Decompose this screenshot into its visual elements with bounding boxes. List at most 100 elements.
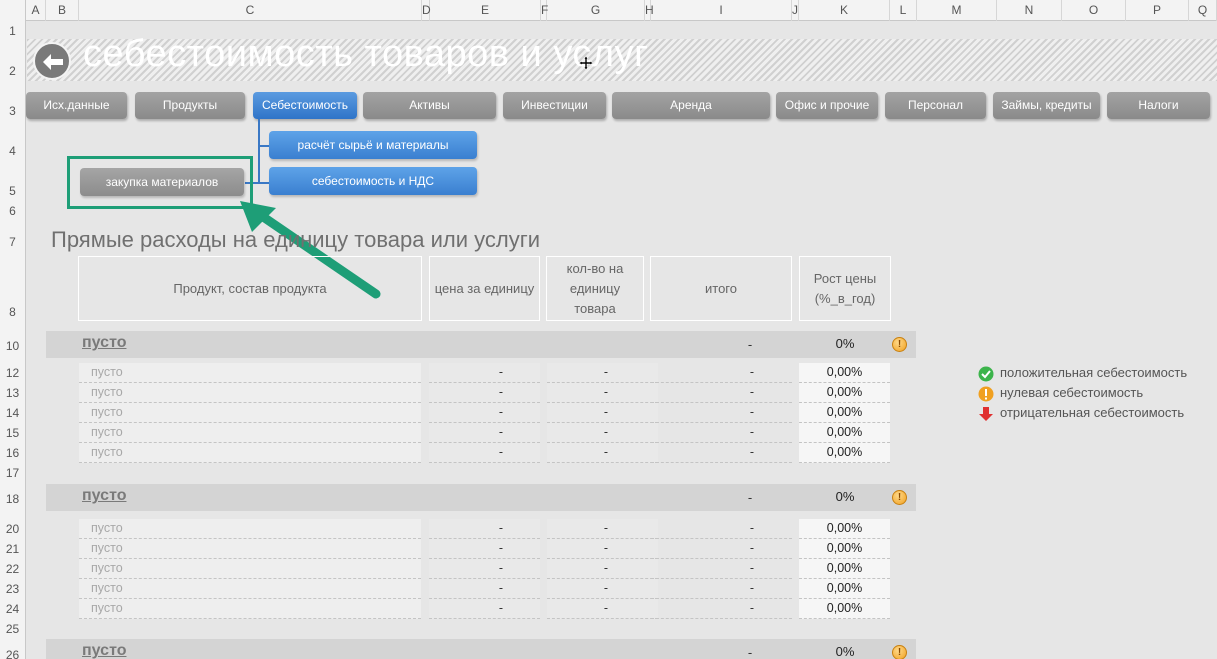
group-name[interactable]: пусто: [82, 642, 126, 659]
cell-quantity[interactable]: -: [547, 539, 658, 559]
nav-button-loans[interactable]: Займы, кредиты: [993, 92, 1100, 119]
cell-growth[interactable]: 0,00%: [799, 443, 890, 463]
cell-quantity[interactable]: -: [547, 579, 658, 599]
nav-button-rent[interactable]: Аренда: [612, 92, 770, 119]
row-header[interactable]: 24: [0, 602, 25, 616]
row-header[interactable]: 22: [0, 562, 25, 576]
nav-button-products[interactable]: Продукты: [135, 92, 245, 119]
cell-name[interactable]: пусто: [79, 443, 421, 463]
row-header[interactable]: 17: [0, 466, 25, 480]
row-header[interactable]: 21: [0, 542, 25, 556]
cell-growth[interactable]: 0,00%: [799, 559, 890, 579]
row-header[interactable]: 15: [0, 426, 25, 440]
cell-quantity[interactable]: -: [547, 363, 658, 383]
nav-button-cost[interactable]: Себестоимость: [253, 92, 357, 119]
cell-quantity[interactable]: -: [547, 519, 658, 539]
cell-name[interactable]: пусто: [79, 579, 421, 599]
cell-growth[interactable]: 0,00%: [799, 519, 890, 539]
row-header[interactable]: 26: [0, 648, 25, 659]
row-header[interactable]: 5: [0, 184, 25, 198]
cell-price[interactable]: -: [429, 443, 540, 463]
down-arrow-icon: [979, 407, 993, 421]
row-header[interactable]: 12: [0, 366, 25, 380]
nav-button-assets[interactable]: Активы: [363, 92, 496, 119]
row-header[interactable]: 14: [0, 406, 25, 420]
row-header[interactable]: 4: [0, 144, 25, 158]
back-button[interactable]: [33, 42, 71, 80]
cell-growth[interactable]: 0,00%: [799, 579, 890, 599]
row-header[interactable]: 16: [0, 446, 25, 460]
cell-quantity[interactable]: -: [547, 443, 658, 463]
cell-name[interactable]: пусто: [79, 559, 421, 579]
column-header-d[interactable]: D: [422, 0, 431, 21]
cell-name[interactable]: пусто: [79, 423, 421, 443]
nav-button-staff[interactable]: Персонал: [885, 92, 986, 119]
column-header-g[interactable]: G: [547, 0, 645, 21]
cell-growth[interactable]: 0,00%: [799, 363, 890, 383]
submenu-cost-vat-button[interactable]: себестоимость и НДС: [269, 167, 477, 195]
column-header-q[interactable]: Q: [1189, 0, 1217, 21]
nav-button-office[interactable]: Офис и прочие: [776, 92, 878, 119]
row-header[interactable]: 1: [0, 24, 25, 38]
cell-name[interactable]: пусто: [79, 519, 421, 539]
nav-button-taxes[interactable]: Налоги: [1107, 92, 1210, 119]
column-header-i[interactable]: I: [651, 0, 792, 21]
cell-quantity[interactable]: -: [547, 403, 658, 423]
column-header-k[interactable]: K: [799, 0, 890, 21]
column-header-o[interactable]: O: [1062, 0, 1126, 21]
cell-price[interactable]: -: [429, 559, 540, 579]
row-header[interactable]: 13: [0, 386, 25, 400]
nav-button-source-data[interactable]: Исх.данные: [26, 92, 127, 119]
cell-growth[interactable]: 0,00%: [799, 599, 890, 619]
cell-price[interactable]: -: [429, 423, 540, 443]
cell-growth[interactable]: 0,00%: [799, 383, 890, 403]
cell-quantity[interactable]: -: [547, 383, 658, 403]
row-header[interactable]: 18: [0, 492, 25, 506]
column-header-n[interactable]: N: [997, 0, 1062, 21]
row-header[interactable]: 6: [0, 204, 25, 218]
column-header-c[interactable]: C: [79, 0, 422, 21]
cell-quantity[interactable]: -: [547, 599, 658, 619]
cell-growth[interactable]: 0,00%: [799, 403, 890, 423]
column-header-a[interactable]: A: [26, 0, 46, 21]
row-header[interactable]: 10: [0, 339, 25, 353]
cell-quantity[interactable]: -: [547, 423, 658, 443]
cell-name[interactable]: пусто: [79, 599, 421, 619]
cell-price[interactable]: -: [429, 363, 540, 383]
group-name[interactable]: пусто: [82, 487, 126, 505]
column-header-e[interactable]: E: [430, 0, 541, 21]
cell-name[interactable]: пусто: [79, 539, 421, 559]
row-header[interactable]: 25: [0, 622, 25, 636]
column-header-j[interactable]: J: [792, 0, 799, 21]
column-header-l[interactable]: L: [890, 0, 917, 21]
cell-price[interactable]: -: [429, 599, 540, 619]
row-header[interactable]: 20: [0, 522, 25, 536]
cell-price[interactable]: -: [429, 383, 540, 403]
column-header-bar: A B C D E F G H I J K L M N O P Q: [0, 0, 1217, 21]
back-arrow-icon: [43, 54, 63, 70]
row-header[interactable]: 8: [0, 305, 25, 319]
row-header[interactable]: 3: [0, 104, 25, 118]
row-header[interactable]: 2: [0, 64, 25, 78]
cell-name[interactable]: пусто: [79, 403, 421, 423]
group-name[interactable]: пусто: [82, 334, 126, 352]
cell-name[interactable]: пусто: [79, 363, 421, 383]
row-header[interactable]: 7: [0, 235, 25, 249]
title-banner: себестоимость товаров и услуг: [27, 33, 1217, 81]
cell-name[interactable]: пусто: [79, 383, 421, 403]
submenu-raw-materials-button[interactable]: расчёт сырьё и материалы: [269, 131, 477, 159]
cell-price[interactable]: -: [429, 579, 540, 599]
cell-price[interactable]: -: [429, 403, 540, 423]
column-header-m[interactable]: M: [917, 0, 997, 21]
column-header-p[interactable]: P: [1126, 0, 1189, 21]
cell-growth[interactable]: 0,00%: [799, 539, 890, 559]
cell-price[interactable]: -: [429, 539, 540, 559]
row-header[interactable]: 23: [0, 582, 25, 596]
column-header-b[interactable]: B: [46, 0, 79, 21]
nav-button-investments[interactable]: Инвестиции: [503, 92, 606, 119]
cell-growth[interactable]: 0,00%: [799, 423, 890, 443]
select-all-corner[interactable]: [0, 0, 26, 21]
cell-price[interactable]: -: [429, 519, 540, 539]
cell-quantity[interactable]: -: [547, 559, 658, 579]
legend-positive: положительная себестоимость: [978, 365, 1203, 383]
